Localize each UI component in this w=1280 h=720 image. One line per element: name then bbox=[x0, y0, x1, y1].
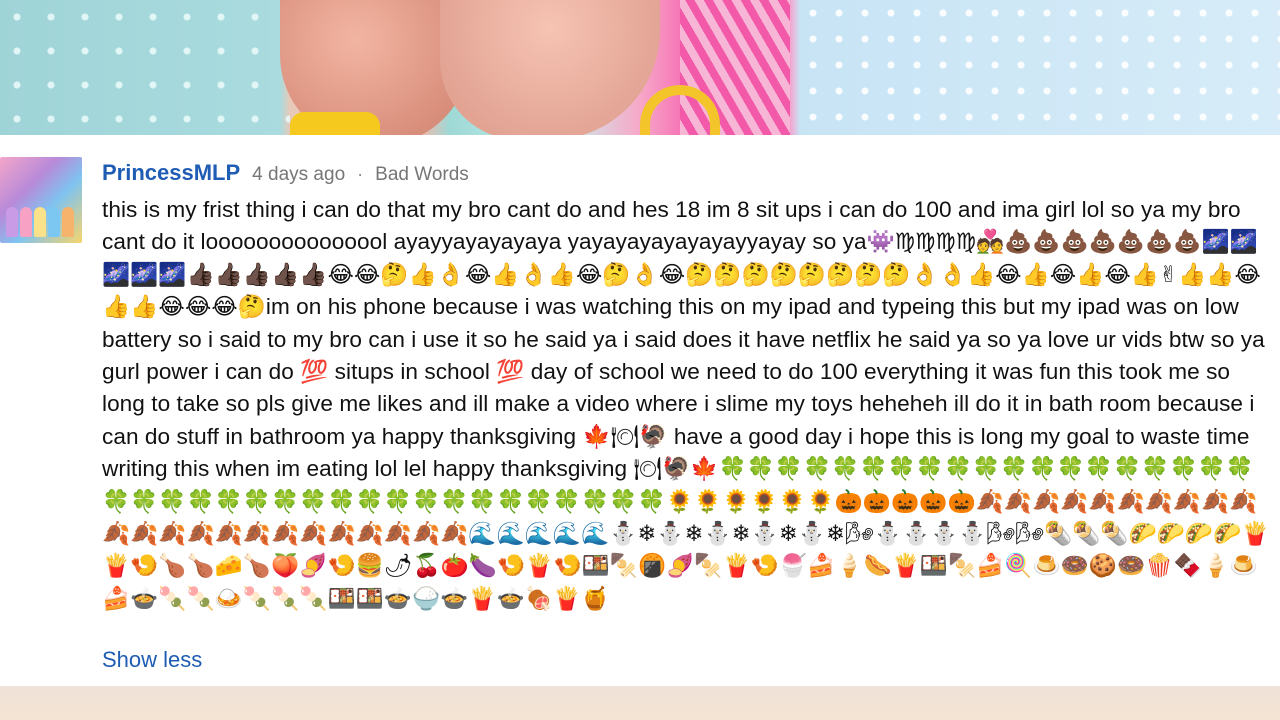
comment-flag-label: Bad Words bbox=[375, 164, 469, 185]
background-pattern bbox=[800, 0, 1280, 135]
background-pattern bbox=[0, 0, 290, 135]
comment-header: PrincessMLP 4 days ago · Bad Words bbox=[102, 160, 469, 188]
show-less-button[interactable]: Show less bbox=[102, 647, 202, 673]
separator: · bbox=[357, 164, 364, 184]
video-frame-top bbox=[0, 0, 1280, 145]
avatar[interactable] bbox=[0, 157, 82, 243]
comment-text: this is my frist thing i can do that my … bbox=[102, 197, 1270, 611]
author-name[interactable]: PrincessMLP bbox=[102, 160, 240, 186]
comment-timestamp[interactable]: 4 days ago bbox=[252, 164, 345, 186]
comment: PrincessMLP 4 days ago · Bad Words this … bbox=[0, 135, 1280, 686]
hand-image bbox=[440, 0, 660, 140]
video-frame-bottom bbox=[0, 686, 1280, 720]
